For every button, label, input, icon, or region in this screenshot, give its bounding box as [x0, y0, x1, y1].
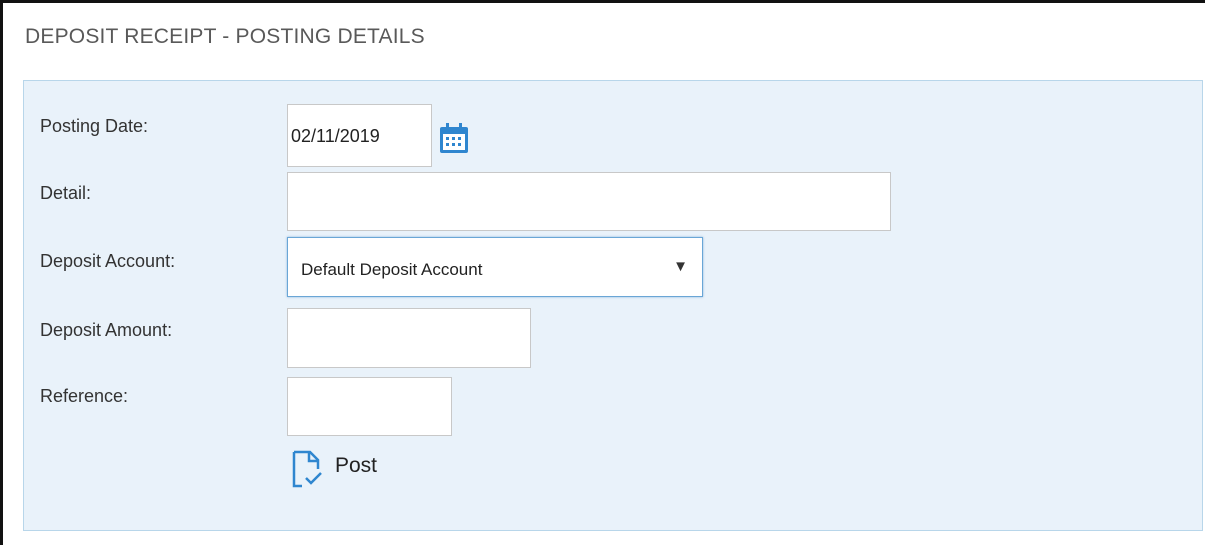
page-title: DEPOSIT RECEIPT - POSTING DETAILS [25, 25, 425, 48]
post-label: Post [335, 454, 378, 477]
calendar-icon[interactable] [438, 121, 470, 155]
reference-label: Reference: [40, 386, 129, 406]
deposit-account-selected: Default Deposit Account [301, 260, 483, 279]
detail-input[interactable] [287, 172, 891, 231]
document-check-icon [292, 450, 322, 488]
deposit-amount-label: Deposit Amount: [40, 320, 173, 340]
deposit-account-select[interactable]: Default Deposit Account ▼ [287, 237, 703, 297]
detail-label: Detail: [40, 183, 92, 203]
deposit-amount-input[interactable] [287, 308, 531, 368]
post-button[interactable]: Post [290, 449, 400, 491]
dropdown-arrow-icon: ▼ [673, 258, 688, 275]
deposit-account-label: Deposit Account: [40, 251, 176, 271]
posting-date-input[interactable]: 02/11/2019 [287, 104, 432, 167]
posting-details-panel [23, 80, 1203, 531]
posting-date-value: 02/11/2019 [291, 126, 380, 146]
reference-input[interactable] [287, 377, 452, 436]
posting-date-label: Posting Date: [40, 116, 149, 136]
